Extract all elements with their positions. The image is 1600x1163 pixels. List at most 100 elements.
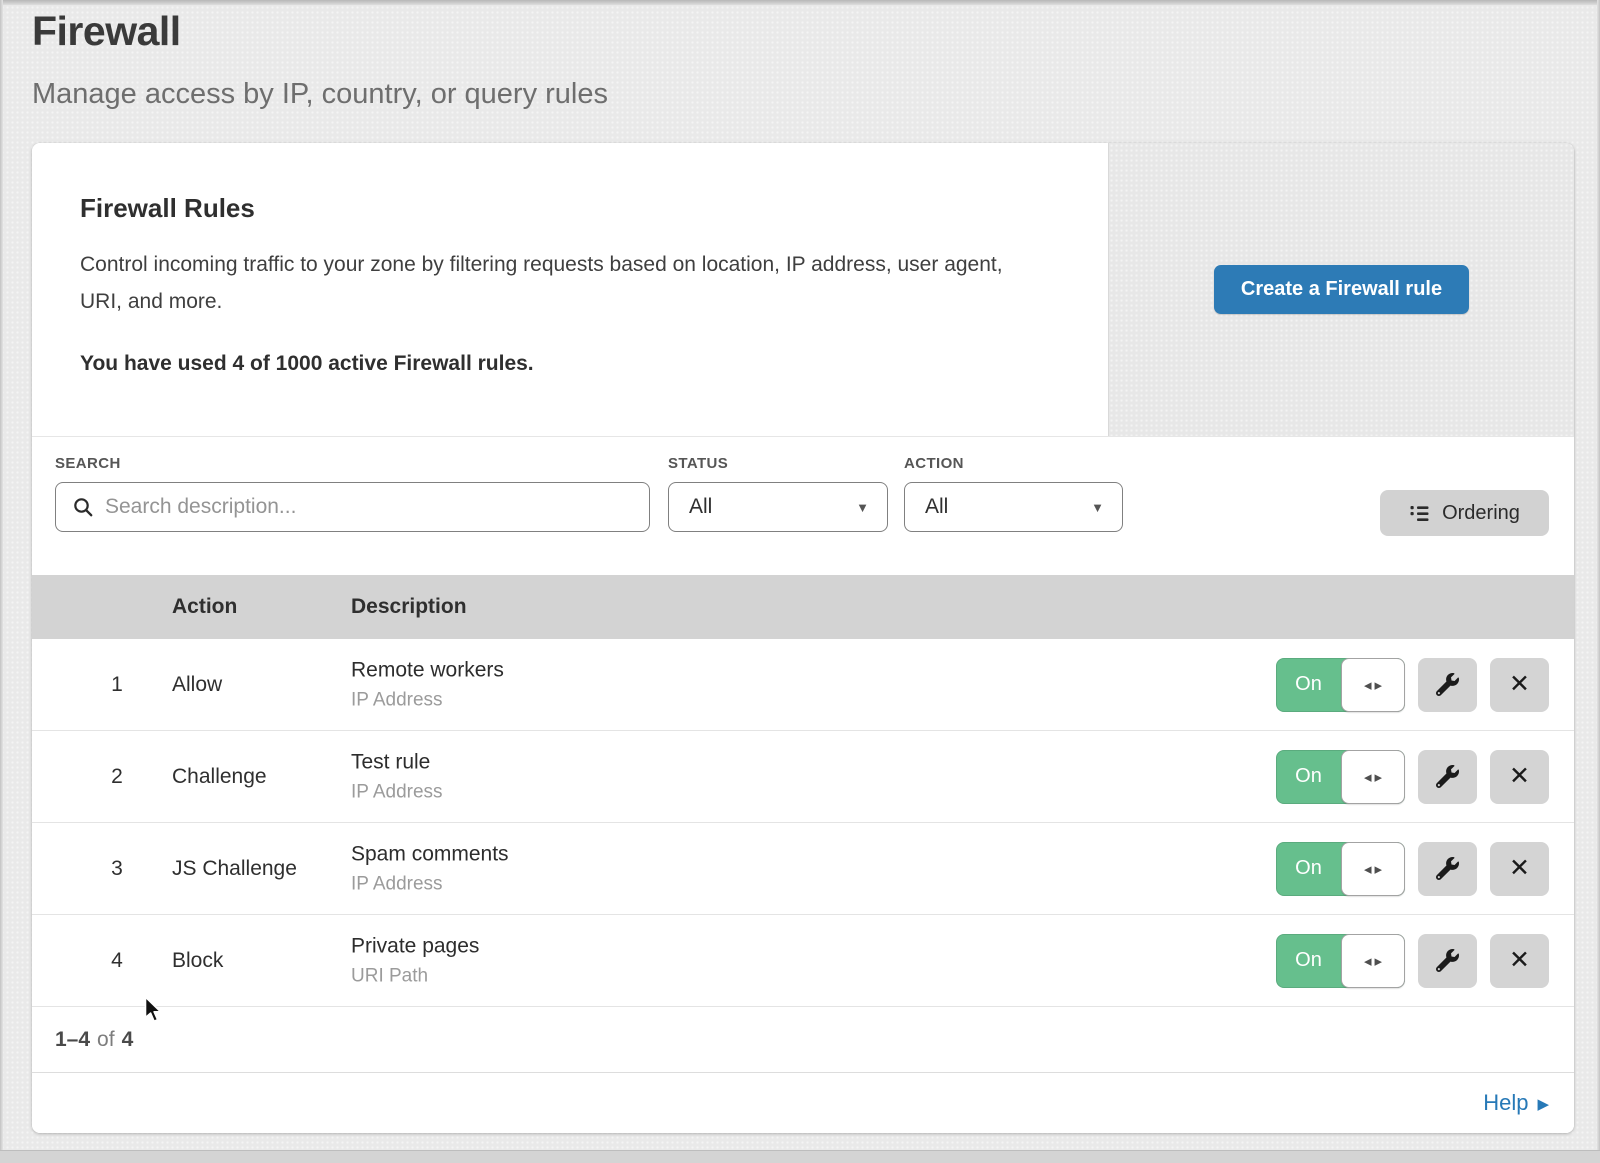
close-icon: ✕ <box>1509 672 1530 697</box>
rule-action: Challenge <box>172 731 267 822</box>
arrow-right-icon: ▶ <box>1537 1093 1549 1113</box>
rule-priority: 1 <box>106 639 128 730</box>
rule-description-cell: Spam comments IP Address <box>351 842 509 895</box>
toggle-drag-arrows-icon: ◂▸ <box>1361 860 1385 878</box>
card-footer: Help ▶ <box>32 1072 1574 1133</box>
search-field[interactable] <box>55 482 650 532</box>
close-icon: ✕ <box>1509 764 1530 789</box>
help-link-label: Help <box>1483 1090 1528 1116</box>
delete-rule-button[interactable]: ✕ <box>1490 750 1549 804</box>
rules-table-body: 1 Allow Remote workers IP Address On ◂▸ <box>32 639 1574 1007</box>
rules-card-info: Firewall Rules Control incoming traffic … <box>32 143 1108 436</box>
close-icon: ✕ <box>1509 856 1530 881</box>
toggle-knob[interactable]: ◂▸ <box>1341 934 1405 988</box>
pagination-range: 1–4 <box>55 1028 90 1052</box>
page-title: Firewall <box>32 8 181 55</box>
toggle-knob[interactable]: ◂▸ <box>1341 750 1405 804</box>
rule-match-type: IP Address <box>351 689 504 711</box>
rule-enabled-toggle[interactable]: On ◂▸ <box>1276 934 1405 988</box>
table-row: 4 Block Private pages URI Path On ◂▸ <box>32 915 1574 1007</box>
toggle-knob[interactable]: ◂▸ <box>1341 658 1405 712</box>
rule-controls: On ◂▸ ✕ <box>1276 842 1549 896</box>
status-label: STATUS <box>668 455 888 472</box>
rule-enabled-toggle[interactable]: On ◂▸ <box>1276 842 1405 896</box>
rule-controls: On ◂▸ ✕ <box>1276 934 1549 988</box>
firewall-rules-card: Firewall Rules Control incoming traffic … <box>32 143 1574 1133</box>
toggle-state-label: On <box>1276 934 1341 988</box>
search-input[interactable] <box>103 494 635 520</box>
rule-controls: On ◂▸ ✕ <box>1276 658 1549 712</box>
edit-rule-button[interactable] <box>1418 934 1477 988</box>
column-header-description: Description <box>351 595 467 619</box>
rule-description: Private pages <box>351 934 479 958</box>
wrench-icon <box>1436 673 1459 696</box>
toggle-drag-arrows-icon: ◂▸ <box>1361 952 1385 970</box>
window-top-edge <box>0 0 1600 5</box>
edit-rule-button[interactable] <box>1418 750 1477 804</box>
column-header-action: Action <box>172 595 237 619</box>
rule-enabled-toggle[interactable]: On ◂▸ <box>1276 658 1405 712</box>
edit-rule-button[interactable] <box>1418 658 1477 712</box>
help-link[interactable]: Help ▶ <box>1483 1090 1549 1116</box>
rule-action: Block <box>172 915 223 1006</box>
delete-rule-button[interactable]: ✕ <box>1490 934 1549 988</box>
rule-action: JS Challenge <box>172 823 297 914</box>
rule-match-type: IP Address <box>351 873 509 895</box>
toggle-state-label: On <box>1276 658 1341 712</box>
pagination-total: 4 <box>122 1028 134 1052</box>
status-selected-value: All <box>689 495 712 519</box>
chevron-down-icon: ▼ <box>1091 500 1104 515</box>
rule-description: Test rule <box>351 750 443 774</box>
wrench-icon <box>1436 765 1459 788</box>
status-filter-group: STATUS All ▼ <box>668 455 888 532</box>
toggle-state-label: On <box>1276 750 1341 804</box>
delete-rule-button[interactable]: ✕ <box>1490 658 1549 712</box>
search-label: SEARCH <box>55 455 650 472</box>
rule-description: Spam comments <box>351 842 509 866</box>
toggle-drag-arrows-icon: ◂▸ <box>1361 676 1385 694</box>
create-rule-panel: Create a Firewall rule <box>1108 143 1574 436</box>
table-row: 3 JS Challenge Spam comments IP Address … <box>32 823 1574 915</box>
table-row: 1 Allow Remote workers IP Address On ◂▸ <box>32 639 1574 731</box>
ordered-list-icon <box>1409 503 1430 524</box>
rule-description: Remote workers <box>351 658 504 682</box>
status-select[interactable]: All ▼ <box>668 482 888 532</box>
rule-match-type: URI Path <box>351 965 479 987</box>
table-header: Action Description <box>32 575 1574 639</box>
rule-enabled-toggle[interactable]: On ◂▸ <box>1276 750 1405 804</box>
window-left-edge <box>0 0 3 1163</box>
action-label: ACTION <box>904 455 1123 472</box>
action-filter-group: ACTION All ▼ <box>904 455 1123 532</box>
action-selected-value: All <box>925 495 948 519</box>
toggle-knob[interactable]: ◂▸ <box>1341 842 1405 896</box>
rule-match-type: IP Address <box>351 781 443 803</box>
chevron-down-icon: ▼ <box>856 500 869 515</box>
rule-description-cell: Test rule IP Address <box>351 750 443 803</box>
delete-rule-button[interactable]: ✕ <box>1490 842 1549 896</box>
wrench-icon <box>1436 949 1459 972</box>
rules-card-header: Firewall Rules Control incoming traffic … <box>32 143 1574 437</box>
window-bottom-edge <box>0 1150 1600 1163</box>
toggle-state-label: On <box>1276 842 1341 896</box>
table-row: 2 Challenge Test rule IP Address On ◂▸ <box>32 731 1574 823</box>
rule-priority: 2 <box>106 731 128 822</box>
page-subtitle: Manage access by IP, country, or query r… <box>32 78 608 111</box>
search-filter-group: SEARCH <box>55 455 650 532</box>
close-icon: ✕ <box>1509 948 1530 973</box>
edit-rule-button[interactable] <box>1418 842 1477 896</box>
toggle-drag-arrows-icon: ◂▸ <box>1361 768 1385 786</box>
rules-usage-note: You have used 4 of 1000 active Firewall … <box>80 352 1048 376</box>
create-firewall-rule-button[interactable]: Create a Firewall rule <box>1214 265 1469 314</box>
pagination-bar: 1–4 of 4 <box>32 1007 1574 1072</box>
ordering-button[interactable]: Ordering <box>1380 490 1549 536</box>
rule-action: Allow <box>172 639 222 730</box>
ordering-button-label: Ordering <box>1442 502 1520 525</box>
rule-priority: 4 <box>106 915 128 1006</box>
wrench-icon <box>1436 857 1459 880</box>
pagination-of-label: of <box>97 1028 115 1052</box>
action-select[interactable]: All ▼ <box>904 482 1123 532</box>
rules-description: Control incoming traffic to your zone by… <box>80 246 1030 320</box>
search-icon <box>73 497 93 517</box>
rule-description-cell: Private pages URI Path <box>351 934 479 987</box>
rule-priority: 3 <box>106 823 128 914</box>
